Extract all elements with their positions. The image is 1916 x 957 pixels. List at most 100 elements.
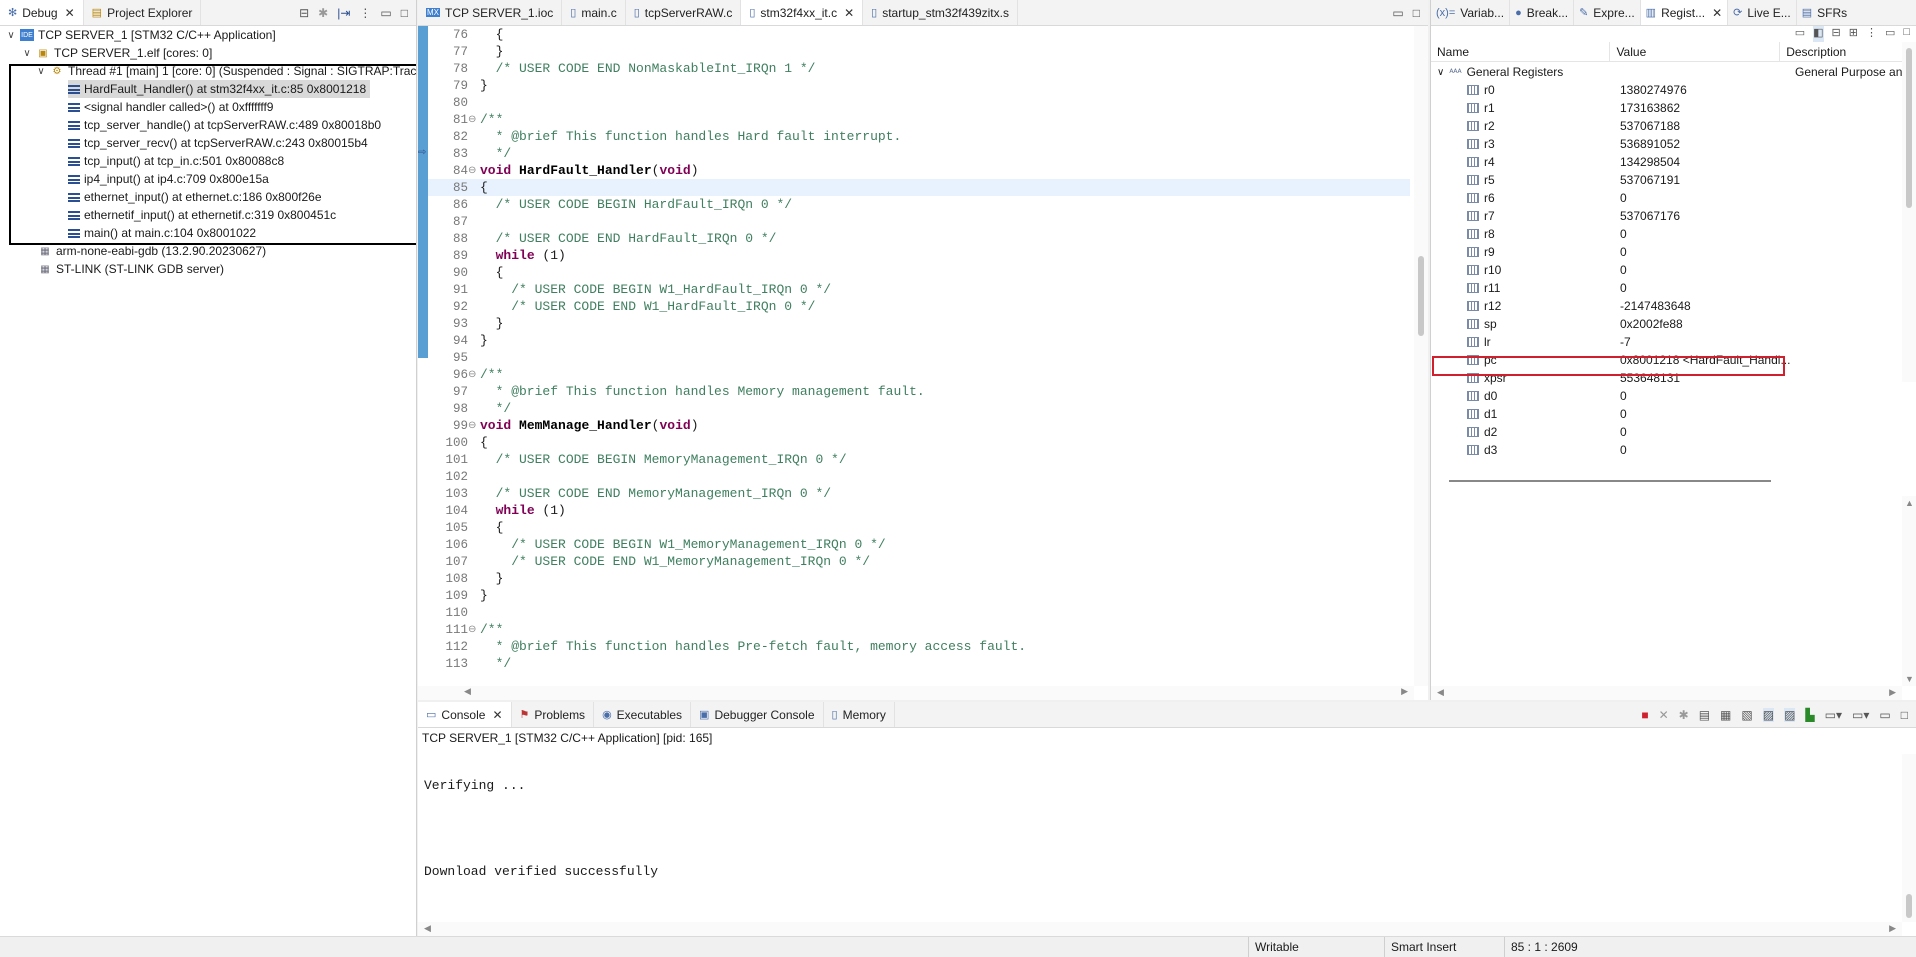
code-line[interactable]: 77 } bbox=[428, 43, 1410, 60]
column-value[interactable]: Value bbox=[1610, 42, 1780, 61]
status-insert-mode[interactable]: Smart Insert bbox=[1384, 937, 1504, 957]
remove-terminated-icon[interactable]: ✱ bbox=[318, 6, 328, 20]
fold-toggle-icon[interactable]: ⊖ bbox=[468, 114, 478, 126]
register-value[interactable]: -7 bbox=[1616, 335, 1791, 349]
open-console-icon[interactable]: ▭▾ bbox=[1852, 708, 1869, 722]
code-line[interactable]: 92 /* USER CODE END W1_HardFault_IRQn 0 … bbox=[428, 298, 1410, 315]
scroll-left-icon[interactable]: ◀ bbox=[424, 923, 431, 934]
code-line[interactable]: 107 /* USER CODE END W1_MemoryManagement… bbox=[428, 553, 1410, 570]
tab-debugger-console[interactable]: ▣ Debugger Console bbox=[691, 702, 823, 727]
register-value[interactable]: 0 bbox=[1616, 443, 1791, 457]
minimize-icon[interactable]: ▭ bbox=[1879, 708, 1890, 722]
display-console-icon[interactable]: ▭▾ bbox=[1825, 708, 1842, 722]
scroll-lock-icon[interactable]: ▦ bbox=[1720, 708, 1731, 722]
code-line[interactable]: 86 /* USER CODE BEGIN HardFault_IRQn 0 *… bbox=[428, 196, 1410, 213]
collapse-all-icon[interactable]: ⊟ bbox=[299, 6, 309, 20]
code-line[interactable]: 113 */ bbox=[428, 655, 1410, 672]
fold-toggle-icon[interactable]: ⊖ bbox=[468, 624, 478, 636]
chevron-down-icon[interactable]: ∨ bbox=[1437, 67, 1444, 78]
minimize-icon[interactable]: ▭ bbox=[380, 6, 391, 20]
terminate-icon[interactable]: ■ bbox=[1641, 708, 1648, 722]
code-line[interactable]: 104 while (1) bbox=[428, 502, 1410, 519]
scroll-up-icon[interactable]: ▲ bbox=[1905, 498, 1914, 508]
tab-startup-s[interactable]: ▯ startup_stm32f439zitx.s bbox=[863, 0, 1018, 25]
register-row[interactable]: sp0x2002fe88 bbox=[1431, 315, 1791, 333]
add-group-icon[interactable]: ⊞ bbox=[1849, 26, 1858, 42]
tree-item-stlink[interactable]: ▦ ST-LINK (ST-LINK GDB server) bbox=[38, 260, 224, 278]
tab-expressions[interactable]: ✎ Expre... bbox=[1574, 0, 1641, 25]
tab-executables[interactable]: ◉ Executables bbox=[594, 702, 691, 727]
code-line[interactable]: 85{ bbox=[428, 179, 1410, 196]
register-value[interactable]: 536891052 bbox=[1616, 137, 1791, 151]
code-line[interactable]: 100{ bbox=[428, 434, 1410, 451]
code-line[interactable]: 106 /* USER CODE BEGIN W1_MemoryManageme… bbox=[428, 536, 1410, 553]
code-line[interactable]: 82 * @brief This function handles Hard f… bbox=[428, 128, 1410, 145]
tab-stm32f4xx-it-c[interactable]: ▯ stm32f4xx_it.c ✕ bbox=[741, 0, 863, 25]
register-row[interactable]: r12-2147483648 bbox=[1431, 297, 1791, 315]
scroll-thumb[interactable] bbox=[1906, 48, 1912, 208]
tab-project-explorer[interactable]: ▤ Project Explorer bbox=[84, 0, 202, 25]
code-line[interactable]: 89 while (1) bbox=[428, 247, 1410, 264]
step-filter-icon[interactable]: |⇥ bbox=[337, 6, 350, 20]
register-row[interactable]: r3536891052 bbox=[1431, 135, 1791, 153]
code-line[interactable]: 105 { bbox=[428, 519, 1410, 536]
scroll-thumb[interactable] bbox=[1418, 256, 1424, 336]
code-line[interactable]: 109} bbox=[428, 587, 1410, 604]
register-row[interactable]: r80 bbox=[1431, 225, 1791, 243]
register-value[interactable]: 0 bbox=[1616, 407, 1791, 421]
scroll-right-icon[interactable]: ▶ bbox=[1889, 687, 1896, 698]
code-editor[interactable]: ⇨ 76 {77 }78 /* USER CODE END NonMaskabl… bbox=[418, 26, 1428, 700]
tree-item-launch[interactable]: ∨ IDE TCP SERVER_1 [STM32 C/C++ Applicat… bbox=[6, 26, 276, 44]
register-row[interactable]: d20 bbox=[1431, 423, 1791, 441]
register-row[interactable]: r7537067176 bbox=[1431, 207, 1791, 225]
view-menu-icon[interactable]: ⋮ bbox=[359, 6, 371, 20]
tab-breakpoints[interactable]: ● Break... bbox=[1510, 0, 1574, 25]
code-line[interactable]: 102 bbox=[428, 468, 1410, 485]
column-name[interactable]: Name bbox=[1431, 42, 1610, 61]
code-line[interactable]: 94} bbox=[428, 332, 1410, 349]
maximize-icon[interactable]: □ bbox=[1413, 6, 1420, 20]
code-line[interactable]: 88 /* USER CODE END HardFault_IRQn 0 */ bbox=[428, 230, 1410, 247]
tree-item-elf[interactable]: ∨ ▣ TCP SERVER_1.elf [cores: 0] bbox=[22, 44, 212, 62]
registers-hscroll-track[interactable] bbox=[1449, 480, 1771, 482]
show-on-error-icon[interactable]: ▨ bbox=[1784, 708, 1795, 722]
code-line[interactable]: 93 } bbox=[428, 315, 1410, 332]
tab-live-expressions[interactable]: ⟳ Live E... bbox=[1728, 0, 1797, 25]
register-row[interactable]: r90 bbox=[1431, 243, 1791, 261]
tab-console[interactable]: ▭ Console ✕ bbox=[418, 702, 512, 727]
view-menu-icon[interactable]: ⋮ bbox=[1866, 26, 1877, 42]
editor-vertical-scrollbar[interactable] bbox=[1414, 26, 1428, 686]
code-line[interactable]: 98 */ bbox=[428, 400, 1410, 417]
clear-console-icon[interactable]: ▤ bbox=[1699, 708, 1710, 722]
register-row[interactable]: d10 bbox=[1431, 405, 1791, 423]
fold-toggle-icon[interactable]: ⊖ bbox=[468, 420, 478, 432]
code-line[interactable]: 79} bbox=[428, 77, 1410, 94]
register-row[interactable]: r110 bbox=[1431, 279, 1791, 297]
pin-console-icon[interactable]: ▙ bbox=[1805, 708, 1814, 722]
code-line[interactable]: 101 /* USER CODE BEGIN MemoryManagement_… bbox=[428, 451, 1410, 468]
register-value[interactable]: 0 bbox=[1616, 227, 1791, 241]
word-wrap-icon[interactable]: ▧ bbox=[1741, 708, 1752, 722]
code-line[interactable]: 103 /* USER CODE END MemoryManagement_IR… bbox=[428, 485, 1410, 502]
register-value[interactable]: 537067188 bbox=[1616, 119, 1791, 133]
register-row[interactable]: r60 bbox=[1431, 189, 1791, 207]
register-value[interactable]: 0 bbox=[1616, 245, 1791, 259]
code-line[interactable]: 90 { bbox=[428, 264, 1410, 281]
code-line[interactable]: 78 /* USER CODE END NonMaskableInt_IRQn … bbox=[428, 60, 1410, 77]
column-description[interactable]: Description bbox=[1780, 42, 1916, 61]
registers-vertical-scrollbar[interactable] bbox=[1902, 42, 1916, 382]
code-line[interactable]: 97 * @brief This function handles Memory… bbox=[428, 383, 1410, 400]
code-line[interactable]: 91 /* USER CODE BEGIN W1_HardFault_IRQn … bbox=[428, 281, 1410, 298]
code-line[interactable]: 95 bbox=[428, 349, 1410, 366]
scroll-right-icon[interactable]: ▶ bbox=[1889, 923, 1896, 934]
scroll-left-icon[interactable]: ◀ bbox=[1437, 687, 1444, 698]
fold-toggle-icon[interactable]: ⊖ bbox=[468, 165, 478, 177]
code-line[interactable]: 111⊖/** bbox=[428, 621, 1410, 638]
code-line[interactable]: 96⊖/** bbox=[428, 366, 1410, 383]
scroll-down-icon[interactable]: ▼ bbox=[1905, 674, 1914, 684]
chevron-down-icon[interactable]: ∨ bbox=[22, 48, 32, 59]
console-vertical-scrollbar[interactable] bbox=[1902, 754, 1916, 922]
close-icon[interactable]: ✕ bbox=[1712, 6, 1722, 20]
register-value[interactable]: 0 bbox=[1616, 191, 1791, 205]
register-row[interactable]: r4134298504 bbox=[1431, 153, 1791, 171]
